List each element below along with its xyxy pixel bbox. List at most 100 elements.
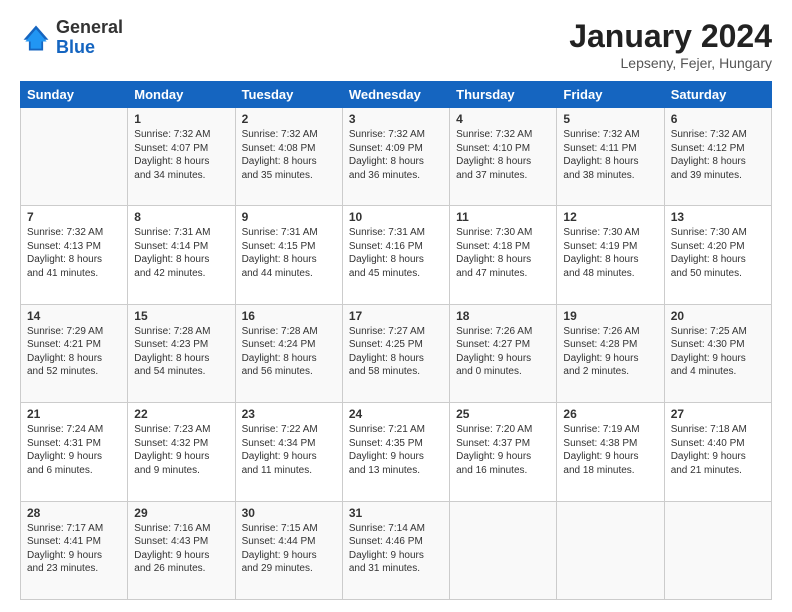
- day-info: Sunrise: 7:30 AM Sunset: 4:18 PM Dayligh…: [456, 226, 550, 280]
- day-number: 8: [134, 210, 228, 224]
- day-number: 19: [563, 309, 657, 323]
- day-number: 11: [456, 210, 550, 224]
- day-info: Sunrise: 7:22 AM Sunset: 4:34 PM Dayligh…: [242, 423, 336, 477]
- calendar-cell: 7 Sunrise: 7:32 AM Sunset: 4:13 PM Daylig…: [21, 206, 128, 304]
- calendar-cell: 11 Sunrise: 7:30 AM Sunset: 4:18 PM Dayli…: [450, 206, 557, 304]
- day-info: Sunrise: 7:32 AM Sunset: 4:09 PM Dayligh…: [349, 128, 443, 182]
- calendar-cell: [557, 501, 664, 599]
- calendar-cell: 16 Sunrise: 7:28 AM Sunset: 4:24 PM Dayli…: [235, 304, 342, 402]
- logo-icon: [20, 22, 52, 54]
- day-info: Sunrise: 7:23 AM Sunset: 4:32 PM Dayligh…: [134, 423, 228, 477]
- calendar-cell: 8Sunrise: 7:31 AM Sunset: 4:14 PM Daylig…: [128, 206, 235, 304]
- day-number: 2: [242, 112, 336, 126]
- calendar-cell: 4 Sunrise: 7:32 AM Sunset: 4:10 PM Daylig…: [450, 108, 557, 206]
- calendar: SundayMondayTuesdayWednesdayThursdayFrid…: [20, 81, 772, 600]
- day-number: 25: [456, 407, 550, 421]
- header-saturday: Saturday: [664, 82, 771, 108]
- day-number: 10: [349, 210, 443, 224]
- calendar-cell: [21, 108, 128, 206]
- day-number: 7: [27, 210, 121, 224]
- day-number: 29: [134, 506, 228, 520]
- calendar-cell: 13Sunrise: 7:30 AM Sunset: 4:20 PM Dayli…: [664, 206, 771, 304]
- page: General Blue January 2024 Lepseny, Fejer…: [0, 0, 792, 612]
- day-number: 9: [242, 210, 336, 224]
- day-info: Sunrise: 7:30 AM Sunset: 4:19 PM Dayligh…: [563, 226, 657, 280]
- day-number: 3: [349, 112, 443, 126]
- day-number: 1: [134, 112, 228, 126]
- logo-general-text: General: [56, 18, 123, 38]
- day-number: 16: [242, 309, 336, 323]
- day-number: 22: [134, 407, 228, 421]
- day-info: Sunrise: 7:17 AM Sunset: 4:41 PM Dayligh…: [27, 522, 121, 576]
- day-number: 23: [242, 407, 336, 421]
- week-row-1: 1 Sunrise: 7:32 AM Sunset: 4:07 PM Daylig…: [21, 108, 772, 206]
- day-info: Sunrise: 7:20 AM Sunset: 4:37 PM Dayligh…: [456, 423, 550, 477]
- week-row-2: 7 Sunrise: 7:32 AM Sunset: 4:13 PM Daylig…: [21, 206, 772, 304]
- day-number: 4: [456, 112, 550, 126]
- logo: General Blue: [20, 18, 123, 58]
- day-number: 5: [563, 112, 657, 126]
- day-info: Sunrise: 7:31 AM Sunset: 4:16 PM Dayligh…: [349, 226, 443, 280]
- header-row: SundayMondayTuesdayWednesdayThursdayFrid…: [21, 82, 772, 108]
- day-info: Sunrise: 7:18 AM Sunset: 4:40 PM Dayligh…: [671, 423, 765, 477]
- day-info: Sunrise: 7:16 AM Sunset: 4:43 PM Dayligh…: [134, 522, 228, 576]
- calendar-cell: 14 Sunrise: 7:29 AM Sunset: 4:21 PM Dayli…: [21, 304, 128, 402]
- day-number: 24: [349, 407, 443, 421]
- day-number: 14: [27, 309, 121, 323]
- day-number: 13: [671, 210, 765, 224]
- calendar-cell: 10 Sunrise: 7:31 AM Sunset: 4:16 PM Dayli…: [342, 206, 449, 304]
- day-number: 21: [27, 407, 121, 421]
- day-number: 28: [27, 506, 121, 520]
- day-number: 27: [671, 407, 765, 421]
- calendar-cell: 21 Sunrise: 7:24 AM Sunset: 4:31 PM Dayli…: [21, 403, 128, 501]
- day-number: 6: [671, 112, 765, 126]
- calendar-cell: 29 Sunrise: 7:16 AM Sunset: 4:43 PM Dayli…: [128, 501, 235, 599]
- day-info: Sunrise: 7:28 AM Sunset: 4:23 PM Dayligh…: [134, 325, 228, 379]
- calendar-cell: 9 Sunrise: 7:31 AM Sunset: 4:15 PM Daylig…: [235, 206, 342, 304]
- day-info: Sunrise: 7:21 AM Sunset: 4:35 PM Dayligh…: [349, 423, 443, 477]
- calendar-cell: 18Sunrise: 7:26 AM Sunset: 4:27 PM Dayli…: [450, 304, 557, 402]
- day-number: 30: [242, 506, 336, 520]
- week-row-5: 28 Sunrise: 7:17 AM Sunset: 4:41 PM Dayli…: [21, 501, 772, 599]
- calendar-cell: 3 Sunrise: 7:32 AM Sunset: 4:09 PM Daylig…: [342, 108, 449, 206]
- day-number: 26: [563, 407, 657, 421]
- calendar-cell: 1 Sunrise: 7:32 AM Sunset: 4:07 PM Daylig…: [128, 108, 235, 206]
- day-info: Sunrise: 7:26 AM Sunset: 4:28 PM Dayligh…: [563, 325, 657, 379]
- calendar-cell: [450, 501, 557, 599]
- day-info: Sunrise: 7:32 AM Sunset: 4:10 PM Dayligh…: [456, 128, 550, 182]
- calendar-cell: 2Sunrise: 7:32 AM Sunset: 4:08 PM Daylig…: [235, 108, 342, 206]
- day-info: Sunrise: 7:29 AM Sunset: 4:21 PM Dayligh…: [27, 325, 121, 379]
- day-info: Sunrise: 7:15 AM Sunset: 4:44 PM Dayligh…: [242, 522, 336, 576]
- day-info: Sunrise: 7:31 AM Sunset: 4:15 PM Dayligh…: [242, 226, 336, 280]
- day-info: Sunrise: 7:26 AM Sunset: 4:27 PM Dayligh…: [456, 325, 550, 379]
- day-number: 17: [349, 309, 443, 323]
- header-sunday: Sunday: [21, 82, 128, 108]
- day-info: Sunrise: 7:32 AM Sunset: 4:11 PM Dayligh…: [563, 128, 657, 182]
- day-info: Sunrise: 7:32 AM Sunset: 4:12 PM Dayligh…: [671, 128, 765, 182]
- header-monday: Monday: [128, 82, 235, 108]
- calendar-cell: 19 Sunrise: 7:26 AM Sunset: 4:28 PM Dayli…: [557, 304, 664, 402]
- calendar-cell: [664, 501, 771, 599]
- day-info: Sunrise: 7:24 AM Sunset: 4:31 PM Dayligh…: [27, 423, 121, 477]
- day-number: 31: [349, 506, 443, 520]
- calendar-cell: 5 Sunrise: 7:32 AM Sunset: 4:11 PM Daylig…: [557, 108, 664, 206]
- calendar-cell: 20Sunrise: 7:25 AM Sunset: 4:30 PM Dayli…: [664, 304, 771, 402]
- day-info: Sunrise: 7:32 AM Sunset: 4:13 PM Dayligh…: [27, 226, 121, 280]
- location: Lepseny, Fejer, Hungary: [569, 55, 772, 71]
- header-thursday: Thursday: [450, 82, 557, 108]
- calendar-cell: 31Sunrise: 7:14 AM Sunset: 4:46 PM Dayli…: [342, 501, 449, 599]
- calendar-body: 1 Sunrise: 7:32 AM Sunset: 4:07 PM Daylig…: [21, 108, 772, 600]
- calendar-cell: 27 Sunrise: 7:18 AM Sunset: 4:40 PM Dayli…: [664, 403, 771, 501]
- day-number: 20: [671, 309, 765, 323]
- calendar-cell: 17Sunrise: 7:27 AM Sunset: 4:25 PM Dayli…: [342, 304, 449, 402]
- calendar-cell: 25 Sunrise: 7:20 AM Sunset: 4:37 PM Dayli…: [450, 403, 557, 501]
- header-tuesday: Tuesday: [235, 82, 342, 108]
- calendar-cell: 30 Sunrise: 7:15 AM Sunset: 4:44 PM Dayli…: [235, 501, 342, 599]
- day-info: Sunrise: 7:28 AM Sunset: 4:24 PM Dayligh…: [242, 325, 336, 379]
- day-info: Sunrise: 7:32 AM Sunset: 4:07 PM Dayligh…: [134, 128, 228, 182]
- day-number: 12: [563, 210, 657, 224]
- calendar-table: SundayMondayTuesdayWednesdayThursdayFrid…: [20, 81, 772, 600]
- header: General Blue January 2024 Lepseny, Fejer…: [20, 18, 772, 71]
- logo-text: General Blue: [56, 18, 123, 58]
- calendar-header: SundayMondayTuesdayWednesdayThursdayFrid…: [21, 82, 772, 108]
